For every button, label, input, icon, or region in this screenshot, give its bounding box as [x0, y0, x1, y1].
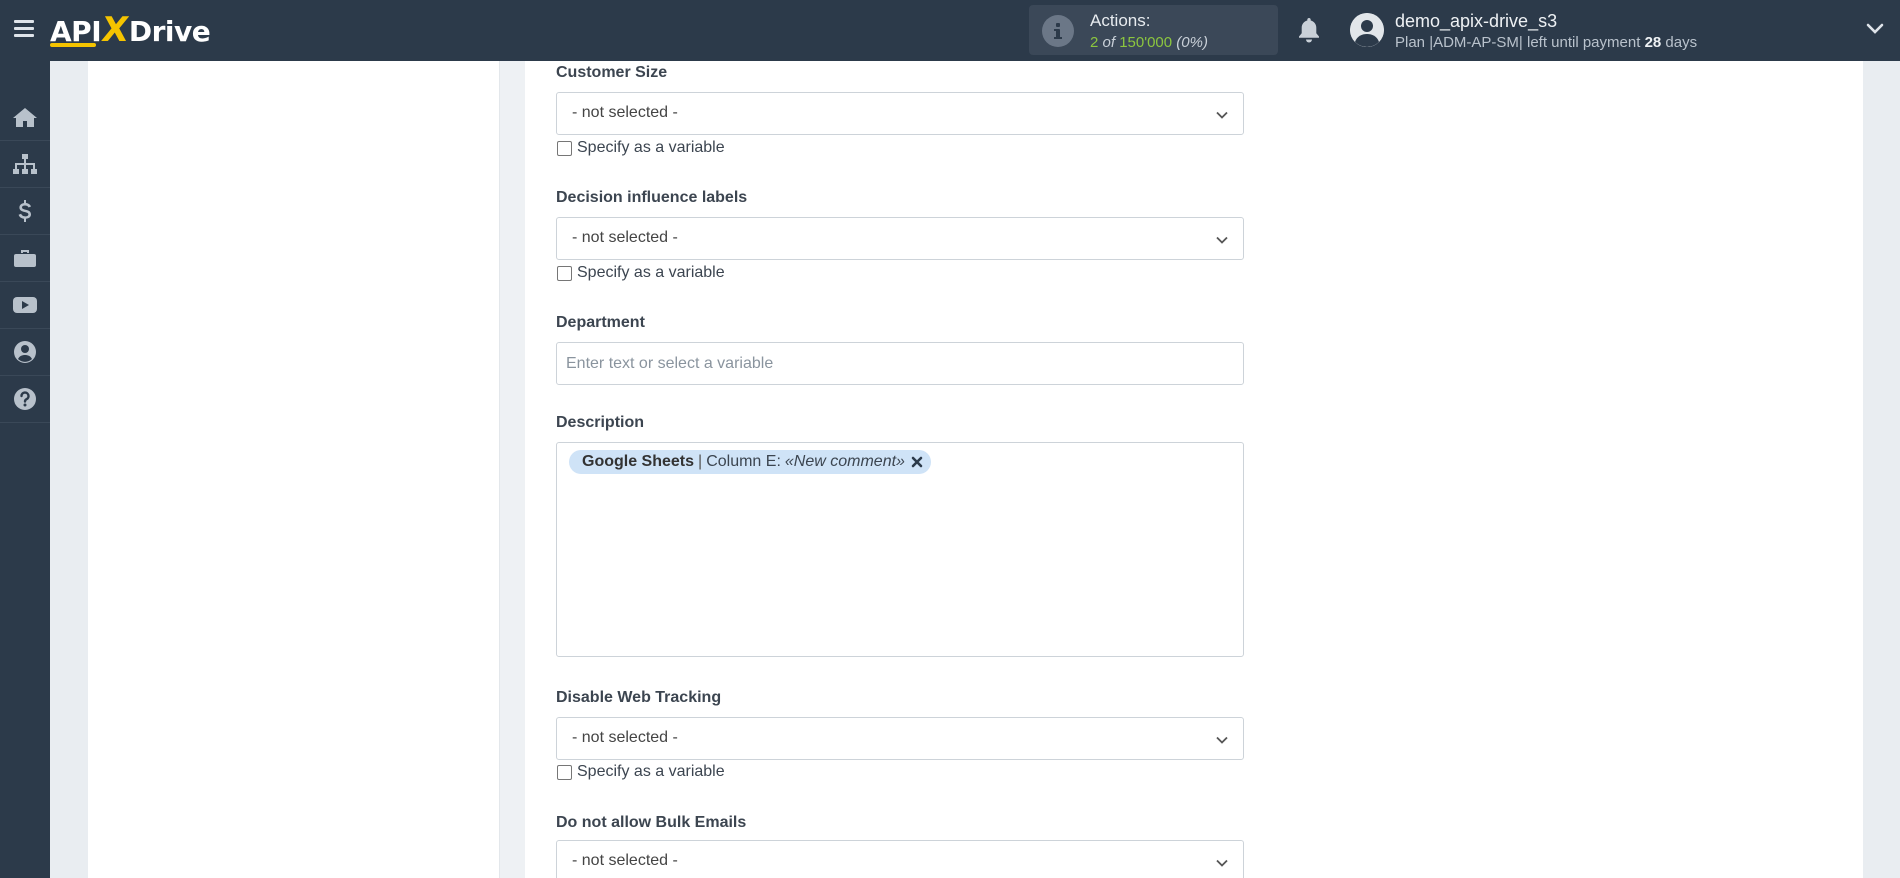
decision-influence-select[interactable]: - not selected -: [556, 217, 1244, 260]
youtube-icon: [13, 297, 37, 313]
menu-icon[interactable]: [14, 20, 34, 38]
logo-text-x: X: [99, 10, 131, 50]
customer-size-variable-checkbox[interactable]: [557, 140, 572, 156]
close-icon[interactable]: [911, 456, 923, 468]
chevron-down-icon: [1216, 859, 1228, 867]
apix-drive-logo[interactable]: APIXDrive: [50, 10, 211, 50]
actions-title: Actions:: [1090, 11, 1151, 30]
disable-web-tracking-variable-row[interactable]: Specify as a variable: [557, 763, 725, 781]
days-left: 28: [1644, 34, 1662, 51]
chevron-down-icon: [1216, 736, 1228, 744]
dollar-icon: [18, 200, 31, 222]
tag-value: «New comment»: [784, 453, 905, 470]
logo-text-right: Drive: [128, 15, 211, 48]
logo-underline: [50, 43, 96, 47]
sidebar-item-profile[interactable]: [0, 329, 50, 376]
sidebar-item-video[interactable]: [0, 282, 50, 329]
customer-size-variable-row[interactable]: Specify as a variable: [557, 139, 725, 157]
decision-influence-variable-label[interactable]: Specify as a variable: [577, 264, 725, 282]
sidebar-item-help[interactable]: [0, 376, 50, 423]
home-icon: [13, 108, 37, 127]
sidebar-item-billing[interactable]: [0, 188, 50, 235]
decision-influence-value: - not selected -: [572, 229, 678, 246]
department-field[interactable]: [556, 342, 1244, 385]
actions-limit: 150'000: [1119, 34, 1173, 51]
bulk-emails-value: - not selected -: [572, 852, 678, 869]
bulk-emails-select[interactable]: - not selected -: [556, 840, 1244, 878]
description-textarea[interactable]: Google Sheets | Column E: «New comment»: [556, 442, 1244, 657]
actions-of-label: of: [1102, 34, 1116, 51]
disable-web-tracking-variable-label[interactable]: Specify as a variable: [577, 763, 725, 781]
sidebar-item-services[interactable]: [0, 235, 50, 282]
sidebar-item-home[interactable]: [0, 94, 50, 141]
user-circle-icon: [14, 341, 36, 363]
decision-influence-label: Decision influence labels: [556, 189, 748, 206]
customer-size-variable-label[interactable]: Specify as a variable: [577, 139, 725, 157]
plan-prefix: Plan |ADM-AP-SM| left until payment: [1395, 34, 1641, 51]
tag-source: Google Sheets: [582, 453, 695, 470]
user-name[interactable]: demo_apix-drive_s3: [1395, 11, 1557, 32]
actions-usage: 2 of 150'000 (0%): [1090, 34, 1208, 51]
user-avatar-icon[interactable]: [1350, 13, 1384, 47]
department-label: Department: [556, 314, 645, 331]
chevron-down-icon: [1216, 236, 1228, 244]
customer-size-value: - not selected -: [572, 104, 678, 121]
left-panel: [88, 61, 500, 878]
info-icon: [1042, 15, 1074, 47]
sidebar-item-connections[interactable]: [0, 141, 50, 188]
bulk-emails-label: Do not allow Bulk Emails: [556, 814, 747, 831]
actions-used: 2: [1090, 34, 1099, 51]
department-input[interactable]: [557, 343, 1243, 384]
actions-counter[interactable]: Actions: 2 of 150'000 (0%): [1029, 5, 1278, 55]
user-plan-info: Plan |ADM-AP-SM| left until payment 28 d…: [1395, 34, 1697, 51]
briefcase-icon: [14, 250, 36, 267]
sitemap-icon: [13, 154, 37, 174]
decision-influence-variable-row[interactable]: Specify as a variable: [557, 264, 725, 282]
disable-web-tracking-select[interactable]: - not selected -: [556, 717, 1244, 760]
tag-column: Column E:: [706, 453, 781, 470]
actions-percent: (0%): [1176, 34, 1208, 51]
question-circle-icon: [14, 388, 36, 410]
disable-web-tracking-value: - not selected -: [572, 729, 678, 746]
account-dropdown-chevron-icon[interactable]: [1866, 22, 1884, 36]
disable-web-tracking-label: Disable Web Tracking: [556, 689, 722, 706]
chevron-down-icon: [1216, 111, 1228, 119]
variable-tag[interactable]: Google Sheets | Column E: «New comment»: [569, 450, 931, 474]
days-label: days: [1665, 34, 1698, 51]
description-label: Description: [556, 414, 645, 431]
decision-influence-variable-checkbox[interactable]: [557, 265, 572, 281]
tag-separator: |: [698, 453, 703, 470]
customer-size-label: Customer Size: [556, 64, 668, 81]
notification-bell-icon[interactable]: [1296, 16, 1322, 44]
sidebar: [0, 61, 50, 878]
customer-size-select[interactable]: - not selected -: [556, 92, 1244, 135]
disable-web-tracking-variable-checkbox[interactable]: [557, 764, 572, 780]
panel-divider: [500, 61, 525, 878]
top-bar: APIXDrive Actions: 2 of 150'000 (0%) dem…: [0, 0, 1900, 61]
